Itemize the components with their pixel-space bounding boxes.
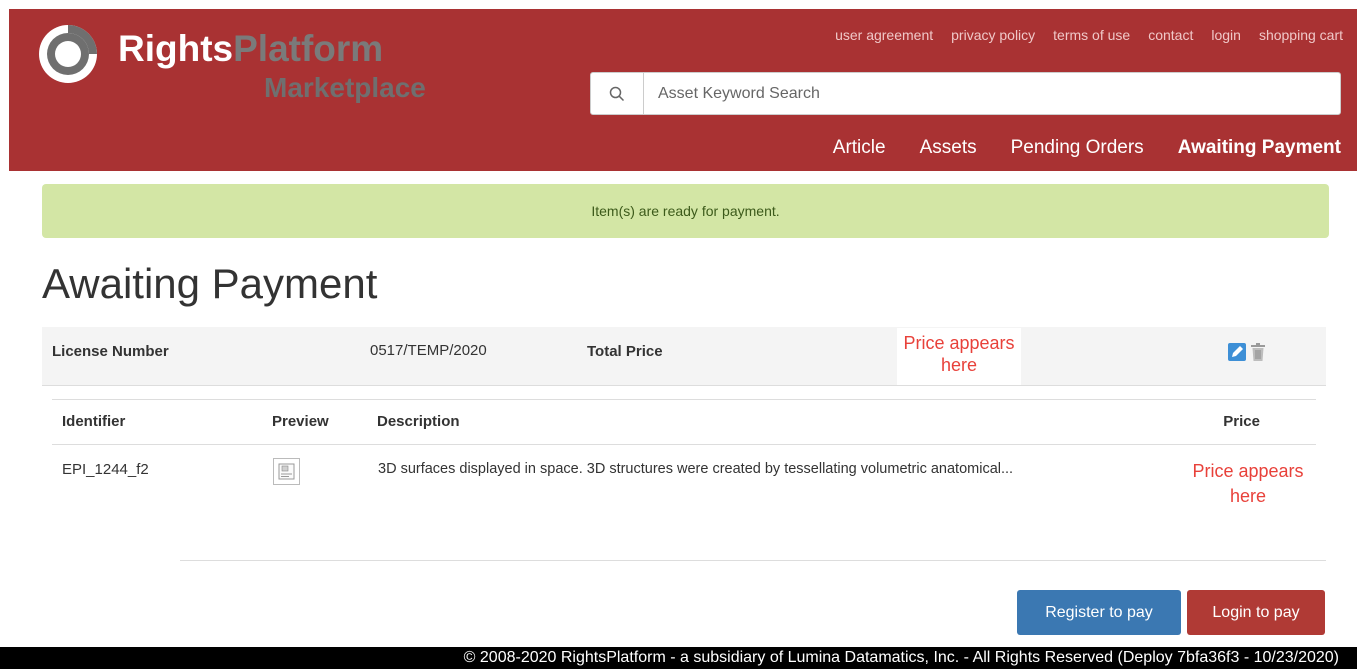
search-bar	[590, 72, 1341, 115]
login-to-pay-button[interactable]: Login to pay	[1187, 590, 1325, 635]
logo-rights-text: Rights	[118, 28, 234, 69]
link-contact[interactable]: contact	[1148, 27, 1193, 43]
nav-awaiting-payment[interactable]: Awaiting Payment	[1178, 137, 1341, 159]
item-price: Price appears here	[1192, 461, 1304, 506]
nav-assets[interactable]: Assets	[920, 137, 977, 159]
item-description: 3D surfaces displayed in space. 3D struc…	[378, 461, 1014, 477]
link-shopping-cart[interactable]: shopping cart	[1259, 27, 1343, 43]
link-user-agreement[interactable]: user agreement	[835, 27, 933, 43]
license-number-label: License Number	[52, 343, 169, 360]
top-links: user agreement privacy policy terms of u…	[835, 27, 1343, 43]
register-to-pay-button[interactable]: Register to pay	[1017, 590, 1181, 635]
item-preview-thumbnail[interactable]	[273, 458, 300, 485]
items-table-header: Identifier Preview Description Price	[52, 399, 1316, 445]
license-actions	[1228, 343, 1266, 361]
header-preview: Preview	[272, 413, 329, 430]
edit-icon[interactable]	[1228, 343, 1246, 361]
logo-platform-text: Platform	[233, 28, 384, 69]
nav-pending-orders[interactable]: Pending Orders	[1011, 137, 1144, 159]
total-price-label: Total Price	[587, 343, 663, 360]
main-nav: Article Assets Pending Orders Awaiting P…	[833, 137, 1341, 159]
total-price-value: Price appears here	[897, 328, 1021, 385]
search-input[interactable]	[644, 73, 1340, 114]
image-placeholder-icon	[278, 463, 295, 480]
logo-wordmark: RightsPlatform	[118, 27, 383, 71]
section-divider	[180, 560, 1326, 561]
license-number-value: 0517/TEMP/2020	[370, 342, 487, 359]
header-price: Price	[1223, 413, 1260, 430]
search-icon	[609, 86, 625, 101]
logo-mark-icon	[39, 25, 97, 83]
trash-icon[interactable]	[1250, 343, 1266, 361]
license-row: License Number 0517/TEMP/2020 Total Pric…	[42, 327, 1326, 386]
site-header: RightsPlatform Marketplace user agreemen…	[9, 9, 1357, 171]
rightsplatform-logo[interactable]: RightsPlatform Marketplace	[37, 23, 477, 123]
page-title: Awaiting Payment	[42, 260, 378, 307]
header-description: Description	[377, 413, 460, 430]
link-privacy-policy[interactable]: privacy policy	[951, 27, 1035, 43]
link-terms-of-use[interactable]: terms of use	[1053, 27, 1130, 43]
link-login[interactable]: login	[1211, 27, 1241, 43]
site-footer: © 2008-2020 RightsPlatform - a subsidiar…	[0, 647, 1357, 669]
nav-article[interactable]: Article	[833, 137, 886, 159]
item-identifier: EPI_1244_f2	[62, 461, 149, 478]
logo-marketplace-text: Marketplace	[264, 72, 426, 103]
search-button[interactable]	[591, 73, 644, 114]
header-identifier: Identifier	[62, 413, 126, 430]
table-row: EPI_1244_f2 3D surfaces displayed in spa…	[52, 445, 1316, 560]
items-table: Identifier Preview Description Price EPI…	[52, 399, 1316, 560]
success-alert: Item(s) are ready for payment.	[42, 184, 1329, 238]
